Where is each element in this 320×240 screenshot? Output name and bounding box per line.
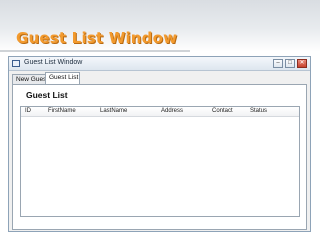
slide-divider — [0, 50, 190, 52]
slide-title: Guest List Window — [16, 29, 178, 47]
column-header-status[interactable]: Status — [250, 108, 267, 114]
window-titlebar[interactable]: Guest List Window – □ ✕ — [9, 57, 310, 71]
window-icon — [12, 60, 20, 67]
panel-heading: Guest List — [26, 90, 68, 100]
close-icon: ✕ — [299, 60, 305, 66]
column-header-lastname[interactable]: LastName — [100, 108, 127, 114]
minimize-button[interactable]: – — [273, 59, 283, 68]
column-header-address[interactable]: Address — [161, 108, 183, 114]
window-title: Guest List Window — [24, 59, 83, 66]
tab-panel-guest-list: Guest List ID FirstName LastName Address… — [12, 84, 307, 230]
minimize-icon: – — [276, 60, 280, 66]
maximize-icon: □ — [288, 60, 292, 66]
column-header-id[interactable]: ID — [25, 108, 31, 114]
column-header-contact[interactable]: Contact — [212, 108, 233, 114]
guest-list-view[interactable]: ID FirstName LastName Address Contact St… — [20, 106, 300, 217]
list-header: ID FirstName LastName Address Contact St… — [21, 107, 299, 117]
column-header-firstname[interactable]: FirstName — [48, 108, 76, 114]
guest-list-window: Guest List Window – □ ✕ New Guest Guest … — [8, 56, 311, 232]
close-button[interactable]: ✕ — [297, 59, 307, 68]
maximize-button[interactable]: □ — [285, 59, 295, 68]
